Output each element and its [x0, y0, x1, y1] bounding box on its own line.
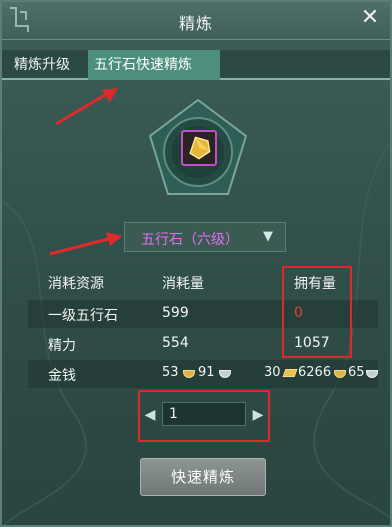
- cost-gold-amount: 53: [162, 365, 179, 380]
- refine-window: 精炼 ✕ 精炼升级 五行石快速精炼 五行石（六级） ▼ 消耗资源 消耗量 拥有量…: [0, 0, 392, 527]
- header-resource: 消耗资源: [48, 276, 104, 292]
- silver-coin-icon: [219, 370, 231, 378]
- resource-name: 精力: [48, 338, 76, 354]
- stone-level-select[interactable]: 五行石（六级） ▼: [124, 222, 286, 252]
- annotation-box: [282, 266, 352, 358]
- silver-coin-icon: [366, 370, 378, 378]
- tab-bar: 精炼升级 五行石快速精炼: [2, 50, 390, 80]
- quick-refine-button[interactable]: 快速精炼: [140, 458, 266, 496]
- gold-coin-icon: [183, 370, 195, 378]
- chevron-down-icon[interactable]: ▼: [263, 230, 277, 244]
- owned-silver-amount: 65: [348, 365, 365, 380]
- select-value: 五行石（六级）: [141, 232, 239, 248]
- header-cost: 消耗量: [162, 276, 204, 292]
- close-button[interactable]: ✕: [356, 4, 384, 32]
- five-element-stone-icon[interactable]: [181, 130, 217, 166]
- gold-coin-icon: [334, 370, 346, 378]
- resource-cost: 599: [162, 305, 189, 321]
- gold-ingot-icon: [282, 369, 298, 377]
- tab-refine-upgrade[interactable]: 精炼升级: [8, 50, 86, 80]
- owned-ingot-amount: 30: [264, 365, 281, 380]
- annotation-box: [138, 390, 270, 442]
- annotation-arrow-icon: [55, 88, 118, 126]
- money-row: 金钱 53 91 30 6266 65: [28, 360, 378, 388]
- title-bar: 精炼 ✕: [2, 2, 390, 40]
- resource-cost: 554: [162, 335, 189, 351]
- money-label: 金钱: [48, 368, 76, 384]
- cost-silver-amount: 91: [198, 365, 215, 380]
- window-title: 精炼: [178, 14, 213, 33]
- annotation-arrow-icon: [49, 232, 122, 256]
- resource-name: 一级五行石: [48, 308, 118, 324]
- tab-quick-refine[interactable]: 五行石快速精炼: [88, 50, 220, 80]
- owned-gold-amount: 6266: [298, 365, 332, 380]
